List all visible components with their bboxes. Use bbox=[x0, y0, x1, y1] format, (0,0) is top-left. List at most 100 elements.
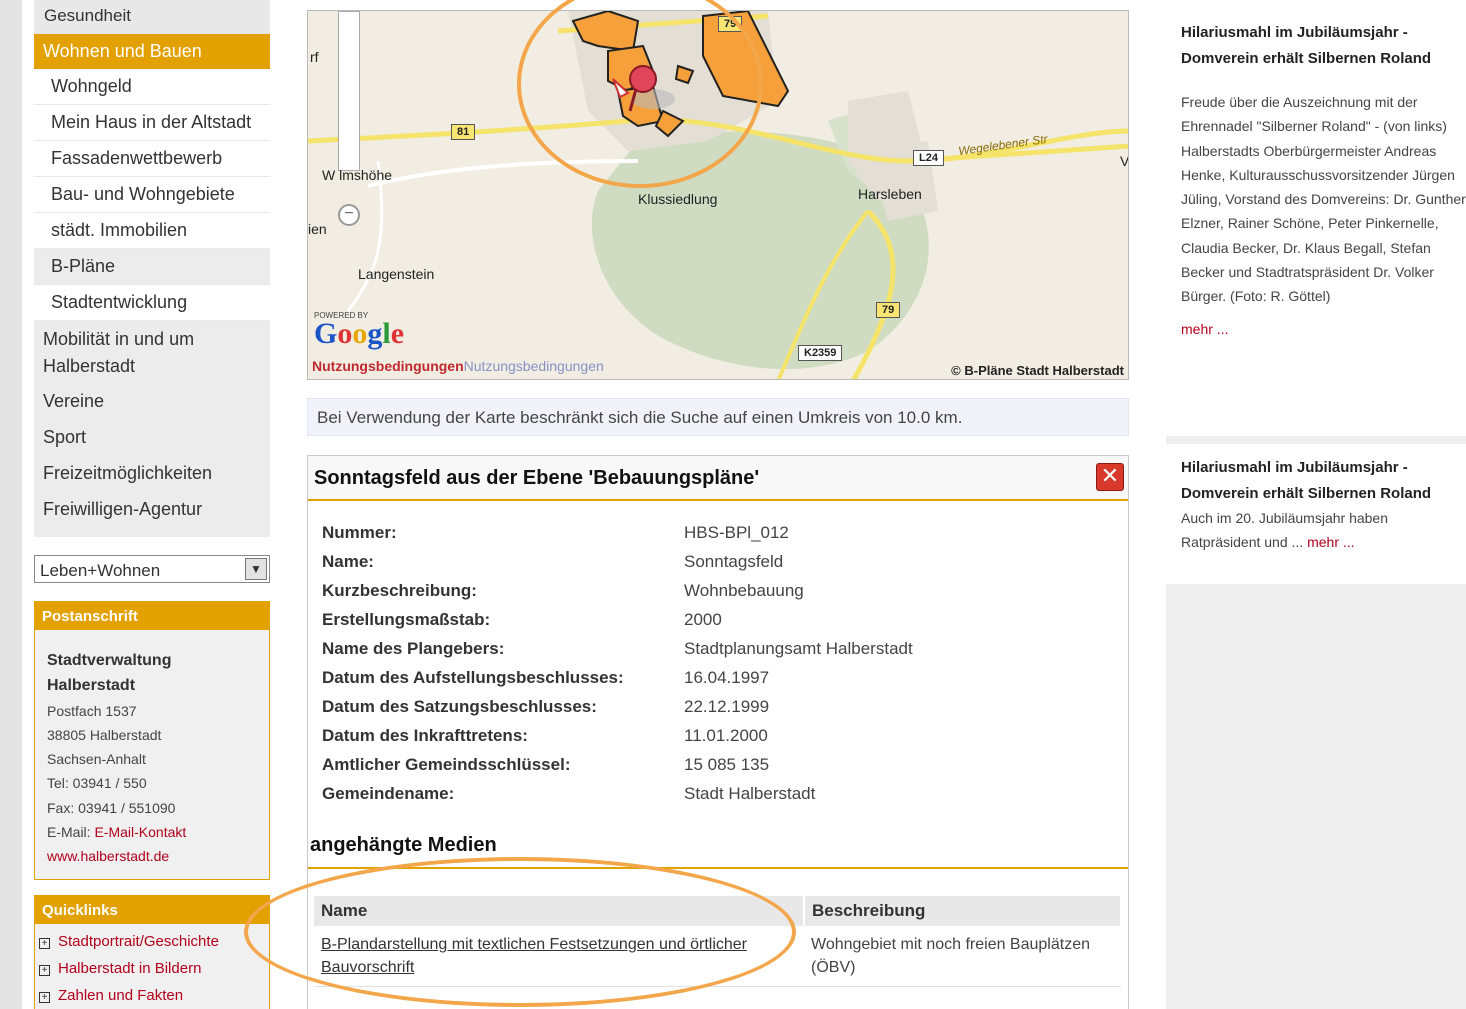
map-label-v: V bbox=[1120, 153, 1129, 169]
search-radius-note: Bei Verwendung der Karte beschränkt sich… bbox=[307, 398, 1129, 436]
dropdown-arrow-icon[interactable]: ▼ bbox=[245, 558, 267, 580]
media-divider bbox=[308, 867, 1128, 869]
attribute-value: Sonntagsfeld bbox=[684, 552, 784, 571]
nav-sub-b-plaene[interactable]: B-Pläne bbox=[34, 249, 270, 285]
map-pin-icon[interactable] bbox=[629, 65, 657, 93]
road-sign-79: 79 bbox=[876, 302, 901, 318]
google-logo[interactable]: POWERED BY Google bbox=[314, 311, 404, 349]
attribute-row: Amtlicher Gemeindsschlüssel: 15 085 135 bbox=[322, 755, 913, 784]
attribute-value: 2000 bbox=[684, 610, 722, 629]
map-label-harsleben: Harsleben bbox=[858, 186, 922, 202]
detail-title: Sonntagsfeld aus der Ebene 'Bebauungsplä… bbox=[314, 467, 760, 489]
attribute-value: 16.04.1997 bbox=[684, 668, 770, 687]
attribute-list: Nummer: HBS-BPl_012 Name: Sonntagsfeld Kurzb… bbox=[322, 523, 913, 813]
nav-item-wohnen-und-bauen[interactable]: Wohnen und Bauen bbox=[34, 34, 270, 69]
nav-sub-staedt-immobilien[interactable]: städt. Immobilien bbox=[34, 213, 270, 249]
attribute-row: Datum des Satzungsbeschlusses: 22.12.1999 bbox=[322, 697, 913, 726]
attribute-row: Gemeindename: Stadt Halberstadt bbox=[322, 784, 913, 813]
expand-plus-icon: + bbox=[39, 965, 50, 976]
attribute-key: Name des Plangebers: bbox=[322, 639, 505, 658]
quicklinks-title: Quicklinks bbox=[35, 896, 269, 924]
news-title[interactable]: Hilariusmahl im Jubiläumsjahr - Domverei… bbox=[1181, 20, 1466, 71]
address-state: Sachsen-Anhalt bbox=[47, 751, 146, 768]
address-postfach: Postfach 1537 bbox=[47, 702, 137, 719]
nav-item-sport[interactable]: Sport bbox=[34, 421, 270, 457]
map-view[interactable]: − rf W lmshöhe ien Klussiedlung Harslebe… bbox=[307, 10, 1129, 380]
attribute-row: Name: Sonntagsfeld bbox=[322, 552, 913, 581]
expand-plus-icon: + bbox=[39, 992, 50, 1003]
nav-item-freiwilligen-agentur[interactable]: Freiwilligen-Agentur bbox=[34, 493, 270, 537]
attribute-value: 11.01.2000 bbox=[684, 726, 768, 745]
terms-label: Nutzungsbedingungen bbox=[312, 358, 464, 374]
map-canvas bbox=[308, 11, 1128, 379]
feature-detail-panel: Sonntagsfeld aus der Ebene 'Bebauungsplä… bbox=[307, 455, 1129, 1009]
nav-sub-bau-und-wohngebiete[interactable]: Bau- und Wohngebiete bbox=[34, 177, 270, 213]
quicklink-label: Zahlen und Fakten bbox=[58, 987, 184, 1004]
attribute-value: Wohnbebauung bbox=[684, 581, 804, 600]
nav-item-freizeit[interactable]: Freizeitmöglichkeiten bbox=[34, 457, 270, 493]
attribute-key: Datum des Aufstellungsbeschlusses: bbox=[322, 668, 624, 687]
media-section-title: angehängte Medien bbox=[310, 834, 497, 856]
news-item: Hilariusmahl im Jubiläumsjahr - Domverei… bbox=[1166, 0, 1466, 436]
address-city: 38805 Halberstadt bbox=[47, 726, 162, 743]
media-table: Name Beschreibung B-Plandarstellung mit … bbox=[314, 896, 1122, 987]
close-icon[interactable]: ✕ bbox=[1096, 463, 1124, 491]
road-sign-79-top: 79 bbox=[718, 16, 743, 32]
attribute-row: Name des Plangebers: Stadtplanungsamt Hal… bbox=[322, 639, 913, 668]
pin-shadow bbox=[631, 89, 675, 109]
nav-item-gesundheit[interactable]: Gesundheit bbox=[34, 0, 270, 34]
email-label: E-Mail: bbox=[47, 824, 91, 841]
nav-sub-fassadenwettbewerb[interactable]: Fassadenwettbewerb bbox=[34, 141, 270, 177]
media-document-link[interactable]: B-Plandarstellung mit textlichen Festset… bbox=[321, 936, 747, 976]
attribute-row: Kurzbeschreibung: Wohnbebauung bbox=[322, 581, 913, 610]
nav-sub-mein-haus[interactable]: Mein Haus in der Altstadt bbox=[34, 105, 270, 141]
news-item: Hilariusmahl im Jubiläumsjahr - Domverei… bbox=[1166, 444, 1466, 584]
news-teaser: Auch im 20. Jubiläumsjahr haben Ratpräsi… bbox=[1181, 506, 1466, 555]
org-name-1: Stadtverwaltung bbox=[47, 652, 172, 669]
address-fax: Fax: 03941 / 551090 bbox=[47, 799, 176, 816]
quicklink-item[interactable]: + Halberstadt in Bildern bbox=[35, 955, 269, 982]
news-title[interactable]: Hilariusmahl im Jubiläumsjahr - Domverei… bbox=[1181, 455, 1466, 506]
zoom-slider[interactable] bbox=[338, 11, 360, 171]
map-label-langenstein: Langenstein bbox=[358, 266, 435, 282]
attribute-value: Stadtplanungsamt Halberstadt bbox=[684, 639, 913, 658]
category-select[interactable]: Leben+Wohnen ▼ bbox=[34, 555, 270, 583]
email-contact-link[interactable]: E-Mail-Kontakt bbox=[94, 824, 186, 840]
news-more-link[interactable]: mehr ... bbox=[1307, 534, 1354, 550]
attribute-value: 15 085 135 bbox=[684, 755, 770, 774]
attribute-row: Nummer: HBS-BPl_012 bbox=[322, 523, 913, 552]
nav-item-mobilitaet[interactable]: Mobilität in und um Halberstadt bbox=[34, 321, 270, 385]
table-row: B-Plandarstellung mit textlichen Festset… bbox=[314, 926, 1121, 987]
map-copyright: © B-Pläne Stadt Halberstadt bbox=[951, 363, 1124, 378]
nav-list: Gesundheit Wohnen und Bauen Wohngeld Mei… bbox=[34, 0, 270, 537]
quicklink-label: Stadtportrait/Geschichte bbox=[58, 933, 219, 950]
org-name-2: Halberstadt bbox=[47, 677, 136, 695]
attribute-row: Datum des Aufstellungsbeschlusses: 16.04.… bbox=[322, 668, 913, 697]
quicklink-item[interactable]: + Zahlen und Fakten bbox=[35, 982, 269, 1009]
attribute-key: Kurzbeschreibung: bbox=[322, 581, 477, 600]
news-teaser-text: Auch im 20. Jubiläumsjahr haben Ratpräsi… bbox=[1181, 510, 1389, 551]
attribute-value: 22.12.1999 bbox=[684, 697, 770, 716]
left-navigation: Gesundheit Wohnen und Bauen Wohngeld Mei… bbox=[0, 0, 283, 1009]
nav-sub-wohngeld[interactable]: Wohngeld bbox=[34, 69, 270, 105]
nav-sub-stadtentwicklung[interactable]: Stadtentwicklung bbox=[34, 285, 270, 321]
attribute-value: HBS-BPl_012 bbox=[684, 523, 789, 542]
zoom-out-button[interactable]: − bbox=[338, 204, 360, 226]
terms-link[interactable]: NutzungsbedingungenNutzungsbedingungen bbox=[312, 358, 604, 374]
news-more-link[interactable]: mehr ... bbox=[1181, 321, 1228, 337]
attribute-key: Name: bbox=[322, 552, 374, 571]
left-border-strip bbox=[0, 0, 22, 1009]
expand-plus-icon: + bbox=[39, 938, 50, 949]
attribute-key: Datum des Satzungsbeschlusses: bbox=[322, 697, 597, 716]
road bbox=[367, 159, 639, 188]
map-label-wilhelmshoehe: W lmshöhe bbox=[322, 167, 393, 183]
media-col-name: Name bbox=[314, 896, 805, 926]
quicklink-item[interactable]: + Stadtportrait/Geschichte bbox=[35, 928, 269, 955]
media-name-cell: B-Plandarstellung mit textlichen Festset… bbox=[314, 926, 804, 987]
nav-item-vereine[interactable]: Vereine bbox=[34, 385, 270, 421]
attribute-key: Erstellungsmaßstab: bbox=[322, 610, 491, 629]
map-label-en: ien bbox=[308, 221, 327, 237]
attribute-key: Gemeindename: bbox=[322, 784, 455, 803]
website-link[interactable]: www.halberstadt.de bbox=[47, 848, 169, 864]
terms-ghost-label: Nutzungsbedingungen bbox=[463, 358, 604, 374]
